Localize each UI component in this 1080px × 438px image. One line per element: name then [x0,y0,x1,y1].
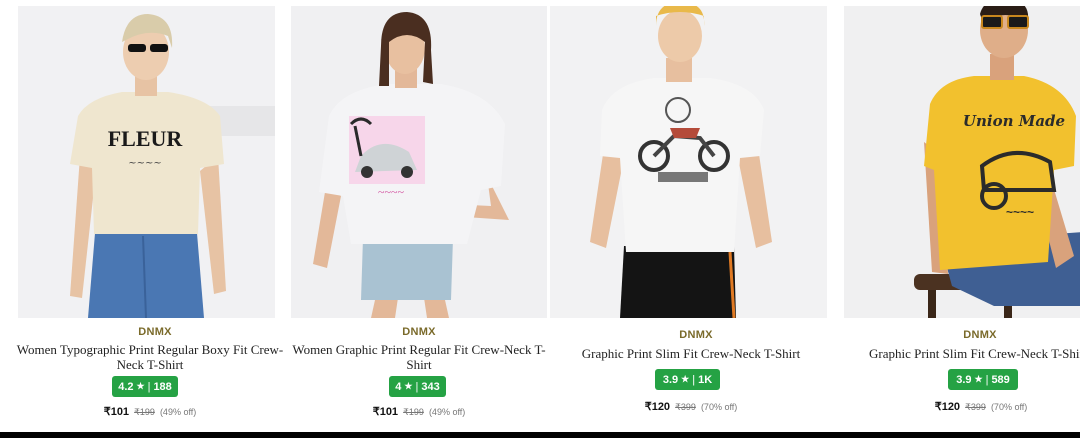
rating-value: 4.2 [118,380,134,393]
rating-badge: 4 ★ | 343 [389,376,446,397]
discount: (70% off) [700,402,738,412]
review-count: 343 [421,380,440,393]
product-image[interactable]: Union Made ~~~~ [844,6,1080,318]
product-grid-row: FLEUR ~~~~ DNMX Women Typographic Print … [0,0,1080,438]
product-title[interactable]: Women Graphic Print Regular Fit Crew-Nec… [292,342,546,372]
product-photo: ~~~~ [291,6,547,318]
brand-name: DNMX [402,326,436,338]
shirt-print: Union Made [963,112,1065,130]
svg-text:~~~~: ~~~~ [1006,205,1034,219]
svg-text:~~~~: ~~~~ [128,158,162,169]
rating-value: 4 [395,380,402,393]
product-title[interactable]: Graphic Print Slim Fit Crew-Neck T-Shirt [542,346,840,361]
star-icon: ★ [974,374,983,384]
rating-value: 3.9 [956,373,972,386]
star-icon: ★ [404,381,413,391]
price: ₹120 [644,401,671,413]
review-count: 589 [991,373,1010,386]
price: ₹101 [103,406,130,418]
price-row: ₹120 ₹399 (70% off) [542,400,840,413]
brand-name: DNMX [679,329,713,341]
price: ₹120 [934,401,961,413]
mrp: ₹199 [403,407,424,417]
review-count: 1K [698,373,713,386]
mrp: ₹399 [675,402,696,412]
bottom-edge-bar [0,432,1080,438]
rating-badge: 4.2 ★ | 188 [112,376,178,397]
rating-value: 3.9 [662,373,679,386]
svg-text:~~~~: ~~~~ [378,185,404,199]
product-title[interactable]: Graphic Print Slim Fit Crew-Neck T-Shirt [869,346,1080,361]
product-image[interactable] [550,6,827,318]
brand-name: DNMX [963,329,997,341]
product-title[interactable]: Women Typographic Print Regular Boxy Fit… [14,342,286,372]
product-card[interactable]: ~~~~ DNMX Women Graphic Print Regular Fi… [290,0,548,432]
discount: (49% off) [159,407,197,417]
price: ₹101 [372,406,399,418]
shirt-print: FLEUR [108,126,184,151]
discount: (70% off) [990,402,1028,412]
product-photo [550,6,827,318]
product-card[interactable]: DNMX Graphic Print Slim Fit Crew-Neck T-… [548,0,840,432]
brand-name: DNMX [138,326,172,338]
rating-badge: 3.9 ★ | 1K [655,369,720,390]
price-row: ₹101 ₹199 (49% off) [290,405,548,418]
product-image[interactable]: ~~~~ [291,6,547,318]
star-icon: ★ [136,381,145,391]
rating-badge: 3.9 ★ | 589 [948,369,1018,390]
price-row: ₹120 ₹399 (70% off) [846,400,1080,413]
review-count: 188 [153,380,172,393]
discount: (49% off) [428,407,466,417]
product-card[interactable]: FLEUR ~~~~ DNMX Women Typographic Print … [0,0,290,432]
product-photo: FLEUR ~~~~ [18,6,275,318]
price-row: ₹101 ₹199 (49% off) [14,405,286,418]
product-image[interactable]: FLEUR ~~~~ [18,6,275,318]
product-photo: Union Made ~~~~ [844,6,1080,318]
mrp: ₹199 [134,407,155,417]
product-card[interactable]: Union Made ~~~~ DNMX Graphic Print Slim … [840,0,1080,432]
star-icon: ★ [681,374,690,384]
mrp: ₹399 [965,402,986,412]
